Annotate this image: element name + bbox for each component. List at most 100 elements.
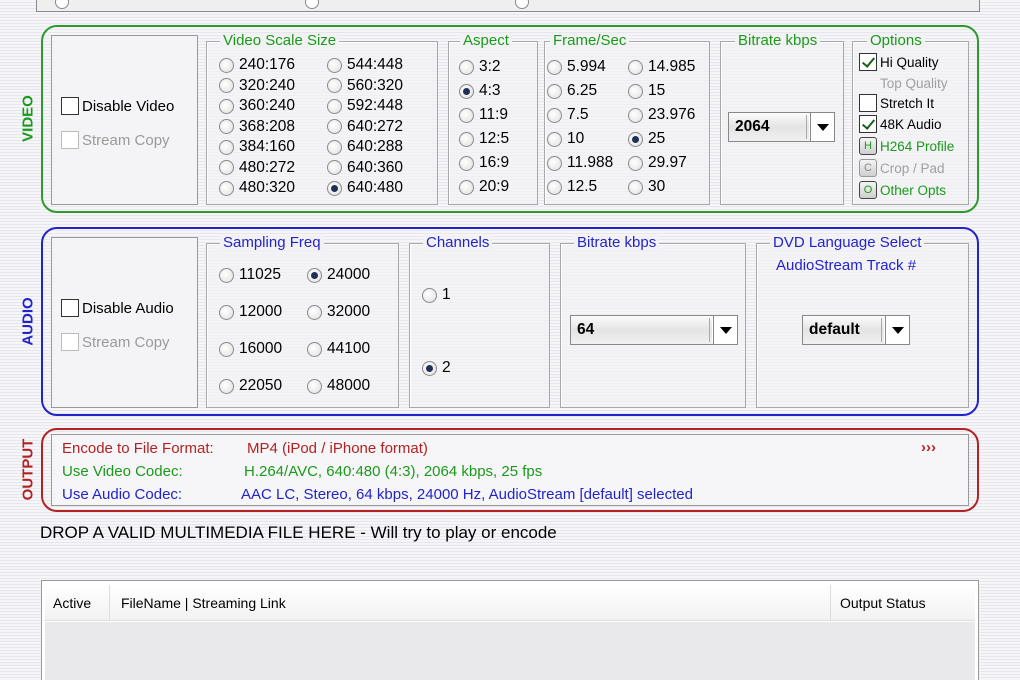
radio-circle-icon[interactable] <box>219 119 234 134</box>
output-summary-panel[interactable]: Encode to File Format: MP4 (iPod / iPhon… <box>51 434 969 506</box>
radio-circle-icon[interactable] <box>327 98 342 114</box>
framerate-radio[interactable]: 5.994 <box>547 58 606 76</box>
more-arrows-icon[interactable]: ››› <box>921 439 936 456</box>
video-scale-radio[interactable]: 320:240 <box>219 77 295 95</box>
disable-video-checkbox[interactable]: Disable Video <box>61 97 174 115</box>
video-scale-radio[interactable]: 480:272 <box>219 159 295 177</box>
video-scale-radio[interactable]: 240:176 <box>219 56 295 74</box>
radio-circle-icon[interactable] <box>459 83 474 99</box>
radio-circle-icon[interactable] <box>219 180 234 196</box>
radio-circle-icon[interactable] <box>459 131 474 147</box>
radio-button[interactable] <box>55 0 69 9</box>
column-filename[interactable]: FileName | Streaming Link <box>121 595 286 611</box>
radio-button[interactable] <box>515 0 529 9</box>
framerate-radio[interactable]: 10 <box>547 130 584 148</box>
aspect-radio[interactable]: 16:9 <box>459 154 509 172</box>
chevron-down-icon[interactable] <box>713 316 737 344</box>
file-list[interactable]: Active FileName | Streaming Link Output … <box>41 580 979 680</box>
radio-circle-icon[interactable] <box>459 107 474 123</box>
dvd-track-combo[interactable]: default <box>802 315 910 345</box>
other-opts-button[interactable]: O Other Opts <box>859 181 946 199</box>
sampling-radio[interactable]: 24000 <box>307 266 370 284</box>
aspect-radio[interactable]: 11:9 <box>459 106 508 124</box>
framerate-radio[interactable]: 15 <box>628 82 665 100</box>
stretch-it-box[interactable] <box>859 94 877 112</box>
sampling-radio[interactable]: 48000 <box>307 377 370 395</box>
radio-circle-icon[interactable] <box>219 98 234 114</box>
radio-circle-icon[interactable] <box>422 360 437 376</box>
disable-audio-checkbox[interactable]: Disable Audio <box>61 299 174 317</box>
radio-circle-icon[interactable] <box>459 155 474 171</box>
hi-quality-box[interactable] <box>859 53 877 71</box>
audio-stream-copy-box[interactable] <box>61 333 79 351</box>
h264-profile-button[interactable]: H H264 Profile <box>859 137 954 155</box>
framerate-radio[interactable]: 11.988 <box>547 154 613 172</box>
aspect-radio[interactable]: 3:2 <box>459 58 501 76</box>
sampling-radio[interactable]: 22050 <box>219 377 282 395</box>
video-scale-radio[interactable]: 592:448 <box>327 97 403 115</box>
radio-circle-icon[interactable] <box>219 139 234 155</box>
radio-circle-icon[interactable] <box>628 131 643 147</box>
video-scale-radio[interactable]: 640:272 <box>327 118 403 136</box>
other-opts-icon[interactable]: O <box>859 181 877 199</box>
video-scale-radio[interactable]: 480:320 <box>219 179 295 197</box>
top-quality-box[interactable] <box>859 74 877 92</box>
sampling-radio[interactable]: 11025 <box>219 266 281 284</box>
radio-circle-icon[interactable] <box>219 160 234 175</box>
radio-circle-icon[interactable] <box>628 83 643 99</box>
chevron-down-icon[interactable] <box>885 316 909 344</box>
radio-circle-icon[interactable] <box>307 378 322 394</box>
video-scale-radio[interactable]: 544:448 <box>327 56 403 74</box>
radio-circle-icon[interactable] <box>327 57 342 73</box>
audio-bitrate-combo[interactable]: 64 <box>570 315 738 345</box>
disable-audio-box[interactable] <box>61 299 79 317</box>
chevron-down-icon[interactable] <box>810 113 834 141</box>
radio-circle-icon[interactable] <box>219 304 234 320</box>
aspect-radio[interactable]: 4:3 <box>459 82 501 100</box>
radio-circle-icon[interactable] <box>628 107 643 123</box>
radio-circle-icon[interactable] <box>307 267 322 283</box>
radio-circle-icon[interactable] <box>628 179 643 195</box>
radio-circle-icon[interactable] <box>547 155 562 171</box>
sampling-radio[interactable]: 12000 <box>219 303 282 321</box>
framerate-radio[interactable]: 29.97 <box>628 154 687 172</box>
crop-pad-button[interactable]: C Crop / Pad <box>859 159 945 177</box>
video-stream-copy-checkbox[interactable]: Stream Copy <box>61 131 170 149</box>
radio-circle-icon[interactable] <box>219 378 234 394</box>
radio-circle-icon[interactable] <box>628 155 643 171</box>
video-scale-radio[interactable]: 368:208 <box>219 118 295 136</box>
video-scale-radio[interactable]: 640:360 <box>327 159 403 177</box>
hi-quality-checkbox[interactable]: Hi Quality <box>859 53 939 71</box>
video-scale-radio[interactable]: 560:320 <box>327 77 403 95</box>
disable-video-box[interactable] <box>61 97 79 115</box>
video-bitrate-combo[interactable]: 2064 <box>728 112 835 142</box>
radio-circle-icon[interactable] <box>327 119 342 134</box>
audio-stream-copy-checkbox[interactable]: Stream Copy <box>61 333 170 351</box>
h264-icon[interactable]: H <box>859 137 877 155</box>
radio-circle-icon[interactable] <box>547 131 562 147</box>
radio-circle-icon[interactable] <box>547 83 562 99</box>
video-scale-radio[interactable]: 640:288 <box>327 138 403 156</box>
radio-circle-icon[interactable] <box>219 267 234 283</box>
aspect-radio[interactable]: 20:9 <box>459 178 509 196</box>
sampling-radio[interactable]: 32000 <box>307 303 370 321</box>
column-output-status[interactable]: Output Status <box>840 595 926 611</box>
radio-circle-icon[interactable] <box>219 57 234 73</box>
file-list-body[interactable] <box>45 622 975 680</box>
radio-circle-icon[interactable] <box>219 341 234 357</box>
radio-circle-icon[interactable] <box>327 180 342 196</box>
sampling-radio[interactable]: 44100 <box>307 340 370 358</box>
radio-circle-icon[interactable] <box>327 160 342 175</box>
radio-circle-icon[interactable] <box>459 179 474 195</box>
radio-circle-icon[interactable] <box>327 78 342 93</box>
video-stream-copy-box[interactable] <box>61 131 79 149</box>
radio-circle-icon[interactable] <box>547 179 562 195</box>
radio-circle-icon[interactable] <box>628 59 643 75</box>
sampling-radio[interactable]: 16000 <box>219 340 282 358</box>
radio-circle-icon[interactable] <box>547 59 562 75</box>
radio-circle-icon[interactable] <box>307 304 322 320</box>
framerate-radio[interactable]: 14.985 <box>628 58 695 76</box>
radio-circle-icon[interactable] <box>307 341 322 357</box>
channel-radio[interactable]: 1 <box>422 286 451 304</box>
radio-circle-icon[interactable] <box>422 287 437 303</box>
